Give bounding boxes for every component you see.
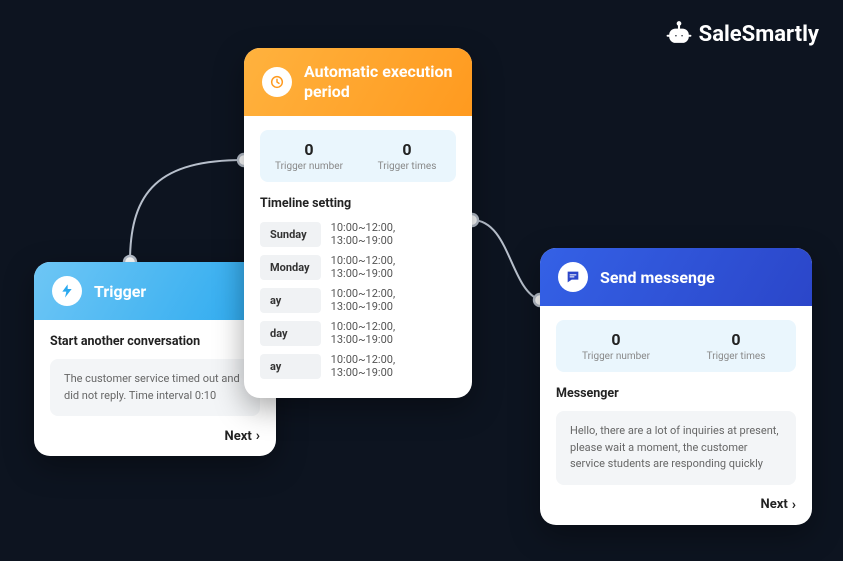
auto-execution-card: Automatic execution period 0 Trigger num… xyxy=(244,48,472,398)
auto-header: Automatic execution period xyxy=(244,48,472,116)
trigger-header: Trigger xyxy=(34,262,276,320)
chat-icon xyxy=(558,262,588,292)
timeline-row: ay10:00~12:00, 13:00~19:00 xyxy=(260,287,456,313)
clock-icon xyxy=(262,67,292,97)
trigger-next-button[interactable]: Next › xyxy=(50,416,260,444)
send-message-body: Hello, there are a lot of inquiries at p… xyxy=(556,411,796,485)
auto-stats: 0 Trigger number 0 Trigger times xyxy=(260,130,456,182)
trigger-title: Trigger xyxy=(94,282,146,301)
timeline-list: Sunday10:00~12:00, 13:00~19:00 Monday10:… xyxy=(260,221,456,379)
stat-trigger-times: 0 Trigger times xyxy=(358,140,456,172)
bolt-icon xyxy=(52,276,82,306)
timeline-row: day10:00~12:00, 13:00~19:00 xyxy=(260,320,456,346)
send-title: Send messenge xyxy=(600,268,715,287)
timeline-row: ay10:00~12:00, 13:00~19:00 xyxy=(260,353,456,379)
stat-trigger-number: 0 Trigger number xyxy=(556,330,676,362)
chevron-right-icon: › xyxy=(792,497,796,513)
timeline-row: Monday10:00~12:00, 13:00~19:00 xyxy=(260,254,456,280)
trigger-section-title: Start another conversation xyxy=(50,334,260,349)
auto-title: Automatic execution period xyxy=(304,62,454,102)
stat-trigger-times: 0 Trigger times xyxy=(676,330,796,362)
send-next-button[interactable]: Next › xyxy=(556,485,796,513)
timeline-title: Timeline setting xyxy=(260,196,456,211)
send-message-card: Send messenge 0 Trigger number 0 Trigger… xyxy=(540,248,812,525)
chevron-right-icon: › xyxy=(256,428,260,444)
send-header: Send messenge xyxy=(540,248,812,306)
trigger-message: The customer service timed out and did n… xyxy=(50,359,260,416)
send-stats: 0 Trigger number 0 Trigger times xyxy=(556,320,796,372)
timeline-row: Sunday10:00~12:00, 13:00~19:00 xyxy=(260,221,456,247)
stat-trigger-number: 0 Trigger number xyxy=(260,140,358,172)
trigger-card: Trigger Start another conversation The c… xyxy=(34,262,276,456)
send-channel-title: Messenger xyxy=(556,386,796,401)
